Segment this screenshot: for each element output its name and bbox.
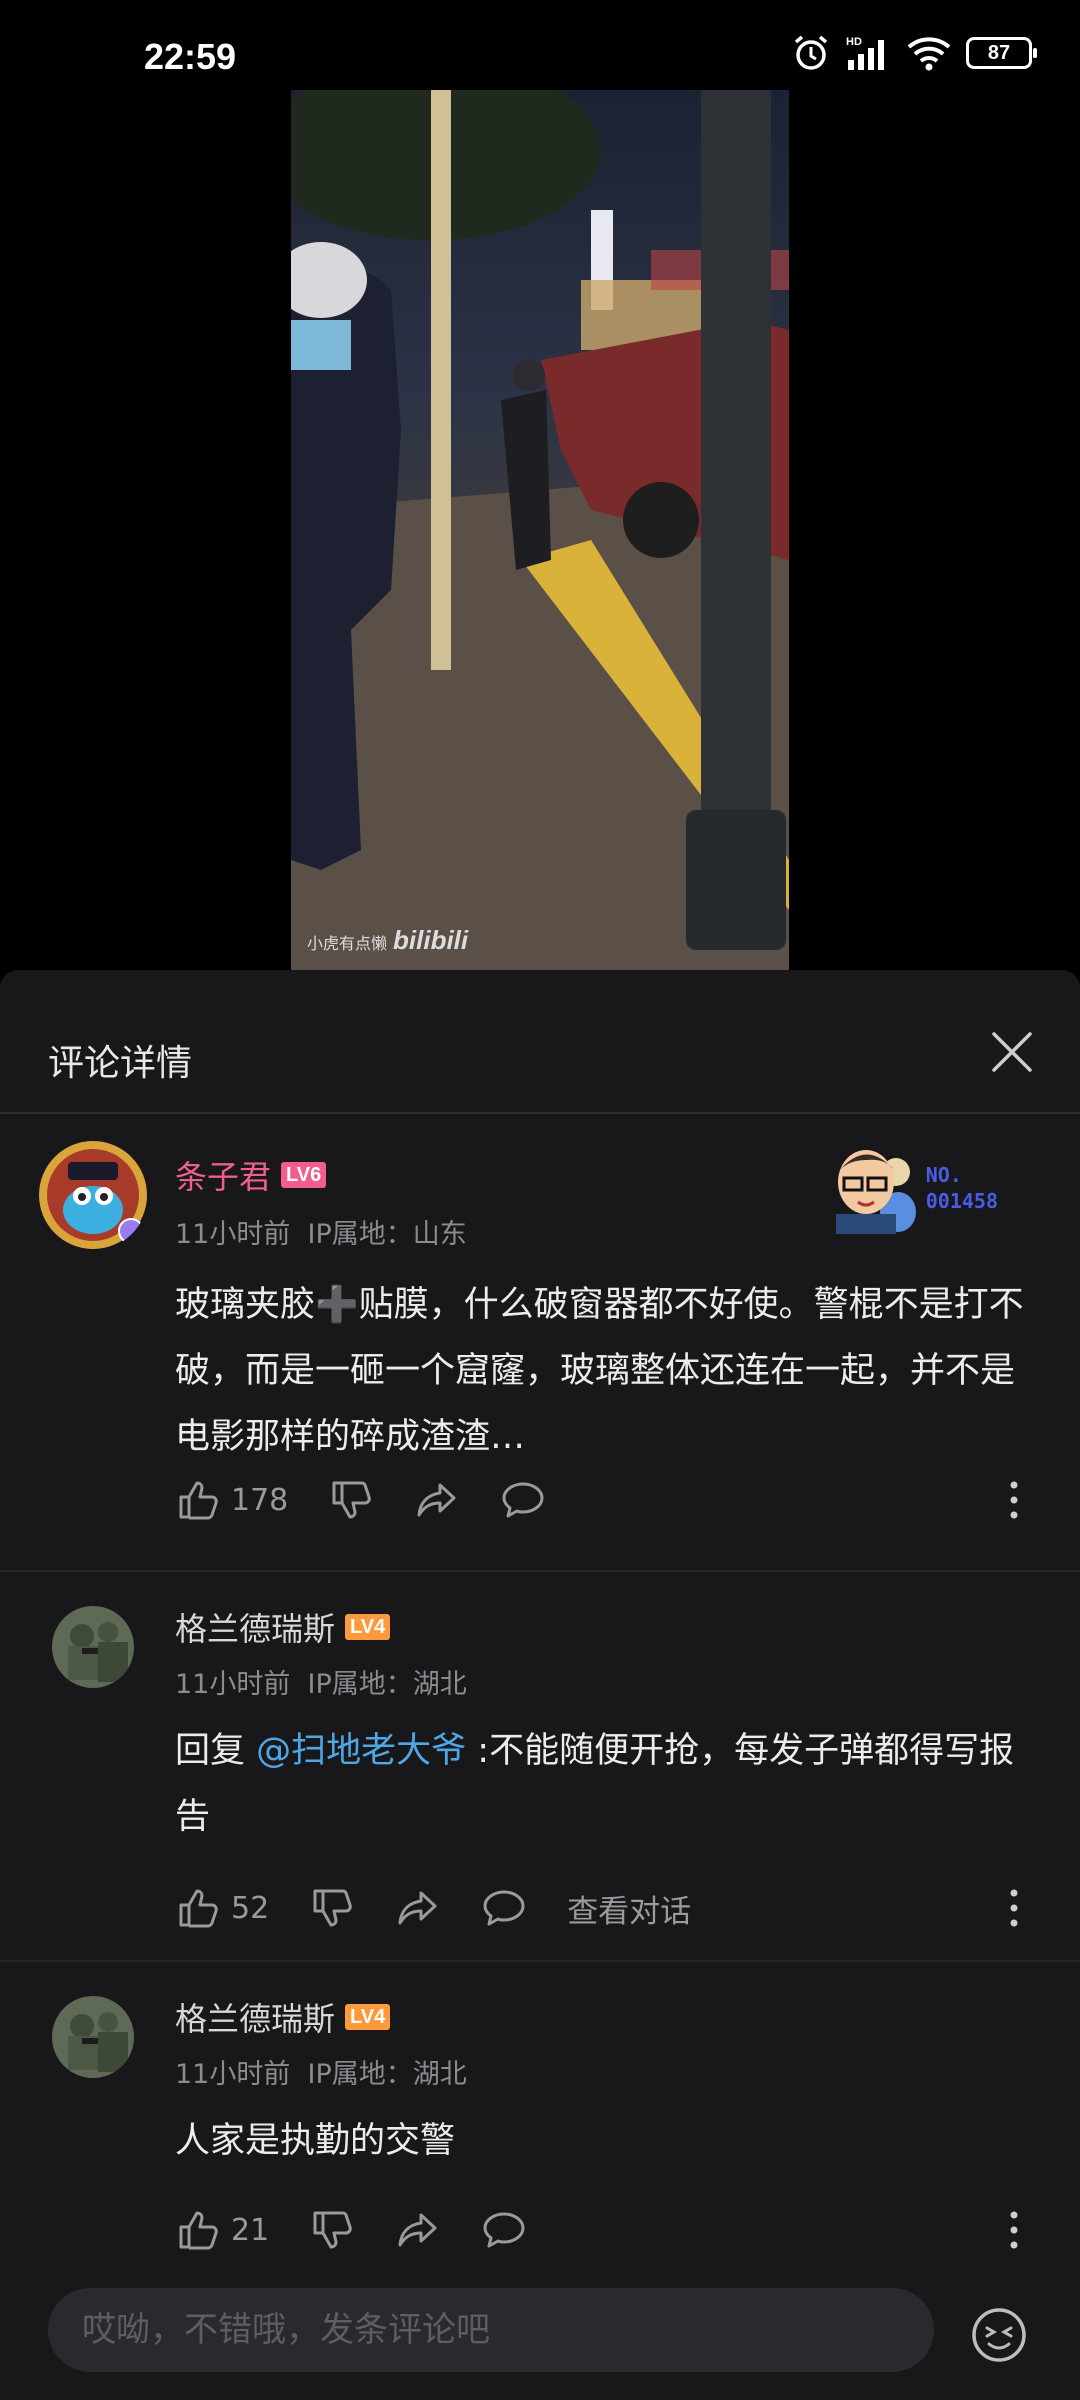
video-frame — [291, 90, 789, 970]
comment-time: 11小时前 — [175, 1669, 291, 1700]
comment-text: 回复 @扫地老大爷 :不能随便开抢，每发子弹都得写报告 — [175, 1718, 1035, 1850]
reply-prefix: 回复 — [175, 1731, 257, 1771]
thumbs-down-icon — [313, 2211, 352, 2249]
signal-icon: HD — [846, 36, 884, 70]
fan-number-label: NO. — [925, 1163, 962, 1187]
status-icons: HD 87 — [792, 34, 1037, 72]
reply-button[interactable] — [481, 1885, 527, 1931]
comment-item: 格兰德瑞斯 LV4 11小时前 IP属地：湖北 回复 @扫地老大爷 :不能随便开… — [0, 1570, 1080, 1962]
mention-link[interactable]: @扫地老大爷 — [256, 1731, 466, 1771]
comment-time: 11小时前 — [175, 2059, 291, 2090]
like-button[interactable]: 178 — [175, 1477, 288, 1523]
comment-meta: 11小时前 IP属地：湖北 — [175, 2052, 467, 2091]
thumbs-up-icon — [179, 2211, 218, 2250]
share-button[interactable] — [395, 2207, 441, 2253]
like-button[interactable]: 52 — [175, 1885, 269, 1931]
wifi-icon — [907, 37, 951, 71]
comment-actions: 52 查看对话 — [175, 1884, 691, 1932]
fan-number: NO. 001458 — [926, 1162, 998, 1214]
sheet-title: 评论详情 — [48, 1043, 193, 1084]
share-button[interactable] — [395, 1885, 441, 1931]
username-row: 格兰德瑞斯 LV4 — [175, 1604, 391, 1650]
avatar[interactable] — [52, 1996, 134, 2078]
comment-meta: 11小时前 IP属地：山东 — [175, 1212, 467, 1251]
thumbs-down-icon — [313, 1889, 352, 1927]
ip-location: IP属地：山东 — [307, 1219, 467, 1250]
thumbs-up-icon — [179, 1481, 218, 1520]
comment-bubble-icon — [483, 1890, 525, 1926]
video-player[interactable]: 小虎有点懒 bilibili — [291, 90, 789, 970]
comment-actions: 21 — [175, 2206, 567, 2254]
more-options-icon[interactable] — [1008, 1888, 1020, 1928]
comment-text: 人家是执勤的交警 — [175, 2121, 456, 2161]
like-count: 52 — [231, 1890, 270, 1926]
ip-location: IP属地：湖北 — [307, 1669, 467, 1700]
share-icon — [398, 2213, 437, 2247]
alarm-icon — [794, 35, 828, 70]
thumbs-up-icon — [179, 1889, 218, 1928]
dislike-button[interactable] — [309, 2207, 355, 2253]
level-badge: LV4 — [345, 1614, 391, 1640]
view-conversation-link[interactable]: 查看对话 — [567, 1886, 691, 1931]
username-row: 格兰德瑞斯 LV4 — [175, 1994, 391, 2040]
share-icon — [417, 1483, 456, 1517]
username[interactable]: 格兰德瑞斯 — [175, 1604, 335, 1650]
username[interactable]: 条子君 — [175, 1152, 271, 1198]
level-badge: LV6 — [281, 1162, 327, 1188]
like-count: 178 — [231, 1482, 289, 1518]
dislike-button[interactable] — [309, 1885, 355, 1931]
status-bar: 22:59 HD 87 — [0, 0, 1080, 90]
more-options-icon[interactable] — [1008, 1480, 1020, 1520]
video-watermark: 小虎有点懒 bilibili — [307, 925, 468, 956]
comment-text: 玻璃夹胶➕贴膜，什么破窗器都不好使。警棍不是打不破，而是一砸一个窟窿，玻璃整体还… — [175, 1285, 1024, 1457]
watermark-author: 小虎有点懒 — [307, 936, 388, 953]
clock: 22:59 — [144, 36, 237, 77]
sheet-header: 评论详情 — [0, 970, 1080, 1114]
emoji-icon[interactable] — [970, 2306, 1028, 2364]
ip-location: IP属地：湖北 — [307, 2059, 467, 2090]
battery-indicator: 87 — [966, 37, 1037, 69]
comment-item: 格兰德瑞斯 LV4 11小时前 IP属地：湖北 人家是执勤的交警 21 — [0, 1960, 1080, 2260]
thumbs-down-icon — [332, 1481, 372, 1519]
comment-input[interactable]: 哎呦，不错哦，发条评论吧 — [48, 2288, 934, 2372]
close-icon[interactable] — [984, 1024, 1040, 1080]
verified-badge-icon — [118, 1218, 144, 1244]
fan-badge[interactable]: NO. 001458 — [826, 1142, 998, 1234]
comment-actions: 178 — [175, 1476, 586, 1524]
like-count: 21 — [231, 2212, 270, 2248]
comment-meta: 11小时前 IP属地：湖北 — [175, 1662, 467, 1701]
battery-level: 87 — [987, 41, 1011, 64]
user-avatar-image — [52, 1996, 134, 2078]
fan-number-value: 001458 — [925, 1189, 998, 1213]
fan-badge-image — [835, 1150, 916, 1234]
svg-text:HD: HD — [846, 36, 862, 48]
share-icon — [398, 1891, 437, 1925]
reply-button[interactable] — [481, 2207, 527, 2253]
avatar[interactable] — [38, 1140, 148, 1250]
dislike-button[interactable] — [328, 1477, 374, 1523]
comment-input-bar: 哎呦，不错哦，发条评论吧 — [0, 2260, 1080, 2400]
username-row: 条子君 LV6 — [175, 1152, 327, 1198]
like-button[interactable]: 21 — [175, 2207, 269, 2253]
share-button[interactable] — [414, 1477, 460, 1523]
comment-bubble-icon — [483, 2212, 525, 2248]
comment-bubble-icon — [502, 1482, 544, 1518]
reply-button[interactable] — [500, 1477, 546, 1523]
level-badge: LV4 — [345, 2004, 391, 2030]
more-options-icon[interactable] — [1008, 2210, 1020, 2250]
user-avatar-image — [52, 1606, 134, 1688]
comment-time: 11小时前 — [175, 1219, 291, 1250]
watermark-brand: bilibili — [393, 925, 469, 955]
avatar[interactable] — [52, 1606, 134, 1688]
username[interactable]: 格兰德瑞斯 — [175, 1994, 335, 2040]
